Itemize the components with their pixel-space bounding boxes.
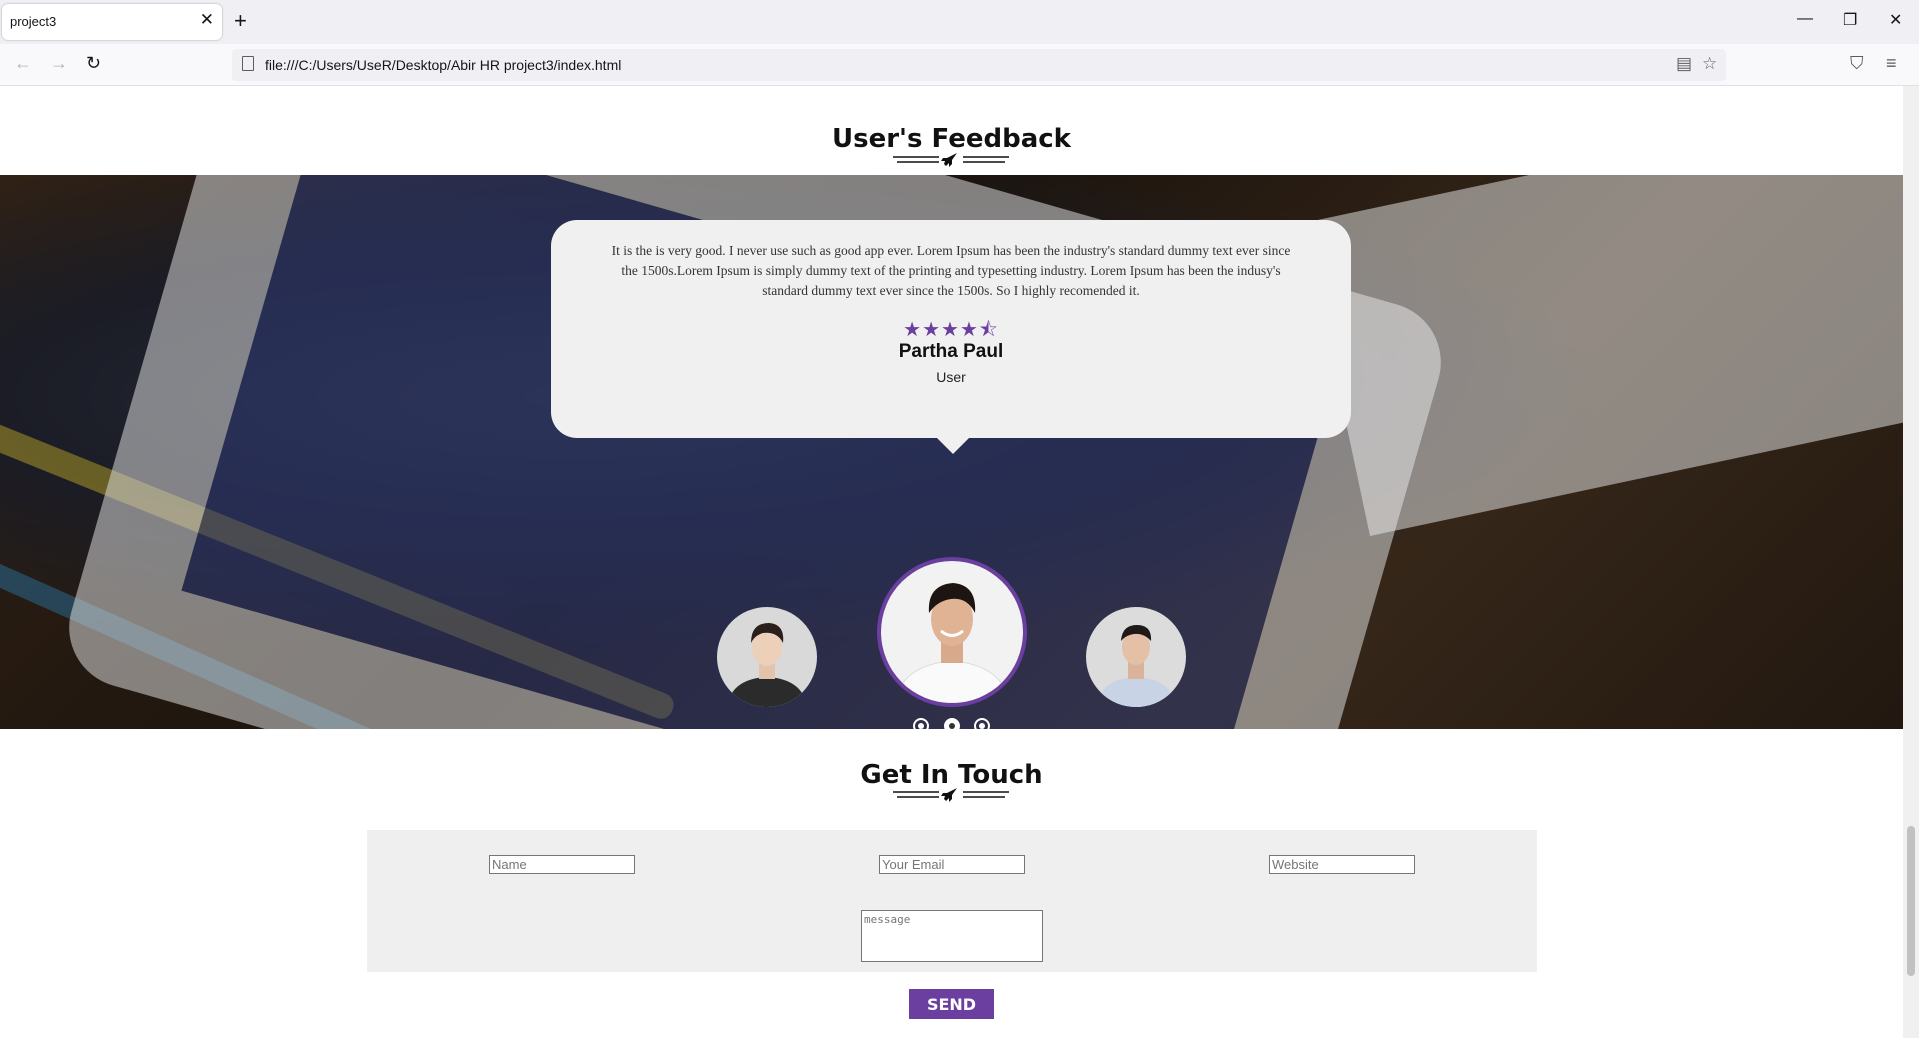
restore-icon[interactable]: ❐ [1843,10,1857,30]
carousel-dot-2[interactable] [943,718,960,729]
page-icon [242,56,254,71]
url-bar[interactable]: file:///C:/Users/UseR/Desktop/Abir HR pr… [232,49,1726,81]
reader-view-icon[interactable]: ▤ [1676,54,1692,74]
bookmark-star-icon[interactable]: ☆ [1702,54,1717,74]
rocket-divider-icon [893,153,1009,167]
tab-title: project3 [10,14,57,29]
contact-form [367,830,1537,972]
carousel-dot-1[interactable] [913,718,930,729]
avatar-active[interactable] [877,557,1027,707]
message-textarea[interactable] [861,910,1043,962]
new-tab-icon[interactable]: + [234,8,247,34]
testimonial-section: It is the is very good. I never use such… [0,175,1903,729]
name-input[interactable] [489,855,635,874]
page-content: User's Feedback It is the is very good. … [0,86,1903,1038]
reviewer-role: User [936,369,966,385]
email-input[interactable] [879,855,1025,874]
url-text: file:///C:/Users/UseR/Desktop/Abir HR pr… [265,57,622,73]
browser-tab[interactable]: project3 ✕ [2,4,222,40]
reviewer-name: Partha Paul [898,341,1004,362]
reload-icon[interactable]: ↻ [86,53,101,74]
page-scrollbar[interactable] [1903,86,1919,1038]
pocket-icon[interactable]: ⛉ [1850,53,1864,74]
background-notebook [1303,175,1903,536]
contact-title: Get In Touch [860,760,1043,790]
browser-tabbar: project3 ✕ + — ❐ ✕ [0,0,1919,44]
minimize-icon[interactable]: — [1797,10,1813,28]
send-button[interactable]: SEND [909,989,994,1019]
back-icon[interactable]: ← [14,53,32,74]
forward-icon[interactable]: → [50,53,68,74]
browser-navbar: ← → ↻ file:///C:/Users/UseR/Desktop/Abir… [0,44,1919,86]
testimonial-quote: It is the is very good. I never use such… [611,243,1291,298]
scrollbar-thumb[interactable] [1907,826,1915,976]
carousel-dot-3[interactable] [973,718,990,729]
close-window-icon[interactable]: ✕ [1889,10,1902,30]
website-input[interactable] [1269,855,1415,874]
avatar-right[interactable] [1086,607,1186,707]
carousel-dots [0,718,1903,729]
testimonial-bubble: It is the is very good. I never use such… [551,220,1351,454]
avatar-left[interactable] [717,607,817,707]
menu-icon[interactable]: ≡ [1886,53,1897,74]
rocket-divider-icon [893,788,1009,802]
feedback-title: User's Feedback [832,124,1071,154]
close-tab-icon[interactable]: ✕ [200,10,214,30]
